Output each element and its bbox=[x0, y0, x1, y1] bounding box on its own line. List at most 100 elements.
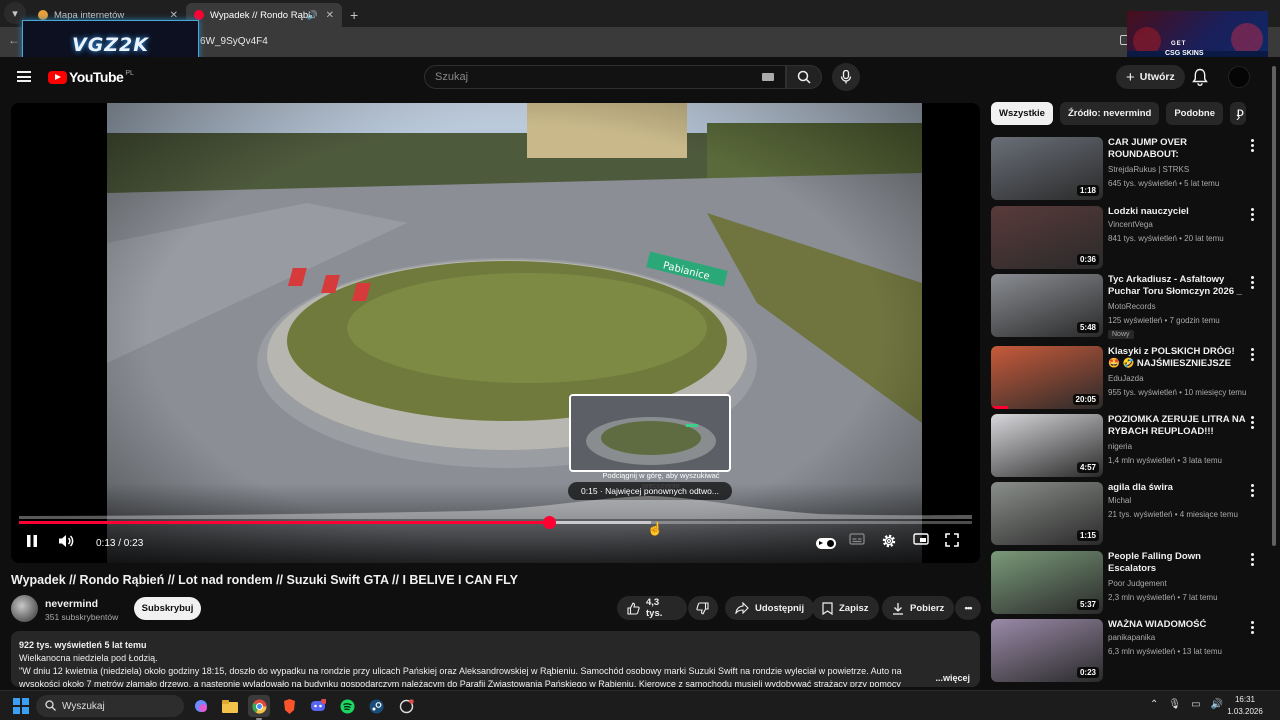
chevron-up-icon[interactable]: ⌃ bbox=[1150, 699, 1158, 710]
chip-related[interactable]: Podobne bbox=[1166, 102, 1223, 125]
channel-avatar[interactable] bbox=[11, 595, 38, 622]
file-explorer-icon[interactable] bbox=[219, 695, 241, 717]
video-thumbnail[interactable]: 5:48 bbox=[991, 274, 1103, 337]
scrollbar-thumb[interactable] bbox=[1272, 66, 1276, 546]
close-tab-icon[interactable]: ✕ bbox=[326, 10, 334, 21]
search-input[interactable]: Szukaj bbox=[424, 65, 786, 89]
recommendation-channel[interactable]: Michal bbox=[1108, 496, 1131, 505]
more-vertical-icon[interactable] bbox=[1251, 139, 1255, 154]
search-button[interactable] bbox=[786, 65, 822, 89]
video-thumbnail[interactable]: 5:37 bbox=[991, 551, 1103, 614]
brave-icon[interactable] bbox=[278, 695, 300, 717]
audio-playing-icon[interactable]: 🔊 bbox=[307, 10, 318, 21]
recommendation-title[interactable]: Klasyki z POLSKICH DRÓG! 🤩 🤣 NAJŚMIESZNI… bbox=[1108, 346, 1248, 370]
video-title: Wypadek // Rondo Rąbień // Lot nad ronde… bbox=[11, 573, 518, 587]
new-tab-button[interactable]: + bbox=[342, 7, 366, 27]
more-actions-button[interactable]: ••• bbox=[955, 596, 981, 620]
recommendation-channel[interactable]: panikapanika bbox=[1108, 633, 1155, 642]
page-scrollbar[interactable] bbox=[1271, 66, 1277, 690]
video-thumbnail[interactable]: 20:05 bbox=[991, 346, 1103, 409]
discord-icon[interactable] bbox=[307, 695, 329, 717]
more-vertical-icon[interactable] bbox=[1251, 553, 1255, 568]
recommendation-channel[interactable]: nigeria bbox=[1108, 442, 1132, 451]
dislike-button[interactable] bbox=[688, 596, 718, 620]
recommendation-title[interactable]: People Falling Down Escalators bbox=[1108, 551, 1248, 575]
steam-icon[interactable] bbox=[365, 695, 387, 717]
autoplay-toggle[interactable] bbox=[816, 538, 836, 549]
network-icon[interactable]: ▭ bbox=[1191, 699, 1200, 710]
taskbar-clock[interactable]: 16:31 1.03.2026 bbox=[1225, 694, 1265, 718]
recommendation-title[interactable]: Tyc Arkadiusz - Asfaltowy Puchar Toru Sł… bbox=[1108, 274, 1248, 298]
chevron-right-icon[interactable]: › bbox=[1236, 109, 1240, 124]
recommendation-title[interactable]: Lodzki nauczyciel bbox=[1108, 206, 1248, 218]
video-thumbnail[interactable]: 1:15 bbox=[991, 482, 1103, 545]
recommendation-title[interactable]: WAŻNA WIADOMOŚĆ bbox=[1108, 619, 1248, 631]
chip-all[interactable]: Wszystkie bbox=[991, 102, 1053, 125]
recommendation-item[interactable]: 5:37 People Falling Down Escalators Poor J… bbox=[991, 551, 1266, 615]
settings-button[interactable] bbox=[881, 533, 897, 549]
recommendation-item[interactable]: 0:23 WAŻNA WIADOMOŚĆ panikapanika 6,3 mln w… bbox=[991, 619, 1266, 683]
like-button[interactable]: 4,3 tys. bbox=[617, 596, 687, 620]
description-box[interactable]: 922 tys. wyświetleń 5 lat temu Wielkanoc… bbox=[11, 631, 980, 687]
account-avatar[interactable] bbox=[1228, 66, 1250, 88]
more-vertical-icon[interactable] bbox=[1251, 621, 1255, 636]
recommendation-item[interactable]: 1:18 CAR JUMP OVER ROUNDABOUT: UNBELIEVAB… bbox=[991, 137, 1266, 201]
recommendation-item[interactable]: 4:57 POZIOMKA ZERUJE LITRA NA RYBACH REUP… bbox=[991, 414, 1266, 478]
more-vertical-icon[interactable] bbox=[1251, 484, 1255, 499]
subtitles-button[interactable] bbox=[849, 533, 865, 545]
taskbar-search[interactable]: Wyszukaj bbox=[36, 695, 184, 717]
copilot-icon[interactable] bbox=[190, 695, 212, 717]
windows-start-icon[interactable] bbox=[13, 698, 29, 714]
recommendation-channel[interactable]: VincentVega bbox=[1108, 220, 1153, 229]
more-vertical-icon[interactable] bbox=[1251, 416, 1255, 431]
youtube-logo[interactable]: YouTube PL bbox=[48, 69, 134, 85]
video-thumbnail[interactable]: 0:23 bbox=[991, 619, 1103, 682]
save-button[interactable]: Zapisz bbox=[812, 596, 879, 620]
theater-mode-icon bbox=[913, 533, 929, 545]
recommendation-title[interactable]: agila dla świra bbox=[1108, 482, 1248, 494]
recommendation-channel[interactable]: EduJazda bbox=[1108, 374, 1144, 383]
pause-button[interactable] bbox=[25, 533, 39, 549]
more-vertical-icon[interactable] bbox=[1251, 208, 1255, 223]
video-thumbnail[interactable]: 1:18 bbox=[991, 137, 1103, 200]
channel-name[interactable]: nevermind bbox=[45, 598, 98, 610]
recommendation-item[interactable]: 5:48 Tyc Arkadiusz - Asfaltowy Puchar Tor… bbox=[991, 274, 1266, 339]
create-button[interactable]: + Utwórz bbox=[1116, 65, 1185, 89]
video-thumbnail[interactable]: 0:36 bbox=[991, 206, 1103, 269]
recommendation-item[interactable]: 20:05 Klasyki z POLSKICH DRÓG! 🤩 🤣 NAJŚMI… bbox=[991, 346, 1266, 410]
recommendation-channel[interactable]: StrejdaRukus | STRKS bbox=[1108, 165, 1189, 174]
recommendation-item[interactable]: 0:36 Lodzki nauczyciel VincentVega 841 tys.… bbox=[991, 206, 1266, 270]
subscribe-button[interactable]: Subskrybuj bbox=[134, 597, 201, 620]
browser-tab-active[interactable]: Wypadek // Rondo Rąbień 🔊 ✕ bbox=[186, 3, 342, 27]
voice-search-button[interactable] bbox=[832, 63, 860, 91]
recommendation-channel[interactable]: MotoRecords bbox=[1108, 302, 1156, 311]
back-icon[interactable]: ← bbox=[8, 33, 20, 47]
microphone-icon[interactable]: 🎙 bbox=[1168, 699, 1181, 710]
more-vertical-icon[interactable] bbox=[1251, 276, 1255, 291]
url-text[interactable]: 6W_9SyQv4F4 bbox=[200, 36, 268, 47]
spotify-icon[interactable] bbox=[336, 695, 358, 717]
recommendation-item[interactable]: 1:15 agila dla świra Michal 21 tys. wyświet… bbox=[991, 482, 1266, 546]
video-player[interactable]: Pabianice Podciągnij w górę, aby wyszuki… bbox=[11, 103, 980, 563]
volume-icon[interactable]: 🔊 bbox=[1211, 699, 1223, 710]
progress-bar[interactable] bbox=[19, 516, 972, 529]
recommendation-channel[interactable]: Poor Judgement bbox=[1108, 579, 1167, 588]
video-thumbnail[interactable]: 4:57 bbox=[991, 414, 1103, 477]
app-icon[interactable] bbox=[395, 695, 417, 717]
download-button[interactable]: Pobierz bbox=[882, 596, 955, 620]
chip-source[interactable]: Źródło: nevermind bbox=[1059, 102, 1160, 125]
recommendation-title[interactable]: POZIOMKA ZERUJE LITRA NA RYBACH REUPLOAD… bbox=[1108, 414, 1248, 438]
fullscreen-button[interactable] bbox=[945, 533, 959, 547]
more-vertical-icon[interactable] bbox=[1251, 348, 1255, 363]
menu-icon[interactable] bbox=[17, 71, 31, 82]
theater-mode-button[interactable] bbox=[913, 533, 929, 545]
chrome-icon[interactable] bbox=[248, 695, 270, 720]
share-button[interactable]: Udostępnij bbox=[725, 596, 815, 620]
notifications-bell-icon[interactable] bbox=[1192, 68, 1208, 91]
close-tab-icon[interactable]: ✕ bbox=[170, 10, 178, 21]
recommendation-title[interactable]: CAR JUMP OVER ROUNDABOUT: UNBELIEVABL... bbox=[1108, 137, 1248, 161]
show-more-link[interactable]: ...więcej bbox=[931, 672, 970, 685]
download-label: Pobierz bbox=[910, 602, 945, 614]
volume-button[interactable] bbox=[57, 533, 75, 549]
keyboard-icon[interactable] bbox=[762, 73, 774, 81]
